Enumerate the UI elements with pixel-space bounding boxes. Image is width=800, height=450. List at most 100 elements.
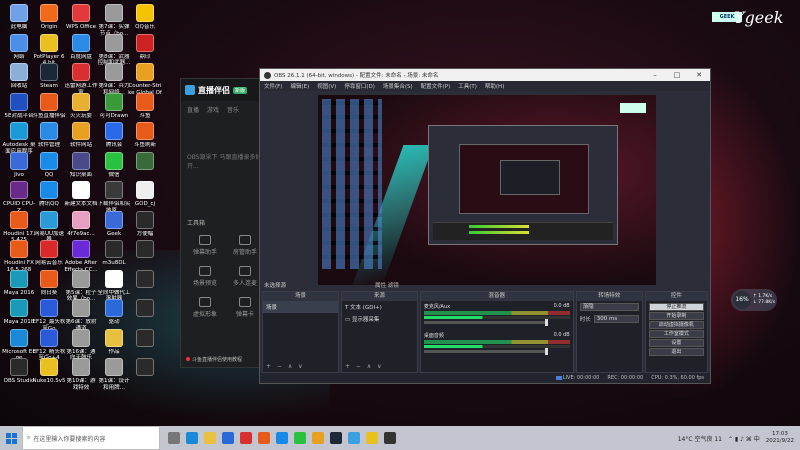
exit-button[interactable]: 退出 (648, 348, 705, 356)
helper-nav-item[interactable]: 游戏 (207, 105, 219, 114)
helper-version-tag[interactable]: 新版 (233, 86, 248, 94)
edge-icon[interactable] (186, 432, 198, 444)
menu-scene-collection[interactable]: 场景集合(S) (383, 82, 413, 90)
desktop-icon[interactable]: GOD_cj (128, 181, 162, 208)
properties-filters[interactable]: 属性 滤镜 (375, 281, 399, 289)
desktop-icon[interactable]: 火火玩耍 (64, 92, 98, 120)
taskbar-search[interactable]: ⌕ 在这里输入你要搜索的内容 (22, 426, 160, 450)
source-item[interactable]: ▭ 显示器采集 (342, 313, 417, 325)
desktop-icon[interactable]: 第7课：实弹节点（bo... (97, 4, 131, 37)
folder-icon[interactable] (312, 432, 324, 444)
desktop-icon[interactable]: 驱动 (97, 299, 131, 326)
desktop-icon[interactable]: QQ (32, 151, 66, 179)
obs-titlebar[interactable]: OBS 26.1.1 (64-bit, windows) - 配置文件: 未命名… (260, 69, 710, 81)
desktop-icon[interactable]: 网易UU加速器 (32, 210, 66, 244)
desktop-icon[interactable]: 新建文本文档 (64, 181, 98, 208)
tool-item[interactable]: 房管助手 (227, 235, 263, 256)
minimize-icon[interactable]: – (644, 71, 666, 79)
desktop-icon[interactable]: Maya 2016 (2, 269, 36, 297)
desktop-icon[interactable]: 此电脑 (2, 4, 36, 31)
steam-icon[interactable] (330, 432, 342, 444)
desktop-icon[interactable]: 第16课：通向天鼓乐 (64, 328, 98, 362)
desktop-icon[interactable] (128, 240, 162, 260)
clock[interactable]: 17:03 2021/9/22 (766, 431, 794, 445)
desktop-icon[interactable]: Autodesk 桌面应用程序 (2, 122, 36, 155)
desktop-icon[interactable]: 软件管理 (32, 122, 66, 149)
settings-button[interactable]: 设置 (648, 339, 705, 347)
wps-icon[interactable] (240, 432, 252, 444)
desktop-icon[interactable]: 网络 (2, 33, 36, 61)
desktop-icon[interactable] (128, 328, 162, 349)
desktop-icon[interactable]: 斗鱼刷新 (128, 122, 162, 149)
menu-profile[interactable]: 配置文件(P) (421, 82, 451, 90)
helper-icon[interactable] (348, 432, 360, 444)
maximize-icon[interactable]: □ (666, 71, 688, 79)
close-icon[interactable]: ✕ (688, 71, 710, 79)
desktop-icon[interactable]: Geek (97, 210, 131, 238)
start-button[interactable] (0, 426, 22, 450)
desktop-icon[interactable] (128, 358, 162, 378)
desktop-icon[interactable]: PotPlayer 64 bit (32, 33, 66, 67)
network-widget[interactable]: 16% ↑ 1.7K/s ↓ 77.8K/s (731, 289, 777, 311)
douyu-icon[interactable] (258, 432, 270, 444)
store-icon[interactable] (222, 432, 234, 444)
obs-icon[interactable] (384, 432, 396, 444)
desktop-icon[interactable]: 向日葵 (32, 269, 66, 297)
volume-fader[interactable] (423, 348, 548, 355)
desktop-icon[interactable]: Adobe After Effects CC... (64, 240, 98, 273)
start-recording-button[interactable]: 开始录制 (648, 312, 705, 320)
tray-icons[interactable]: ⌃ ▮ ♪ ⌘ 中 (728, 434, 760, 443)
helper-footer-link[interactable]: 斗鱼直播伴侣使用教程 (186, 356, 242, 363)
explorer-icon[interactable] (204, 432, 216, 444)
desktop-icon[interactable]: Houdini FX 16.5.268 (2, 240, 36, 273)
desktop-icon[interactable]: CPUID CPU-Z (2, 181, 36, 214)
duration-input[interactable]: 300 ms (593, 315, 639, 323)
desktop-icon[interactable]: 5E对战平台 (2, 92, 36, 120)
desktop-icon[interactable]: EF12_精头秋至Go+4 (32, 328, 66, 362)
desktop-icon[interactable]: 可可Drawn (97, 92, 131, 120)
desktop-icon[interactable] (128, 151, 162, 172)
obs-preview[interactable] (318, 95, 656, 285)
desktop-icon[interactable]: 全向中做代工滚射器 (97, 269, 131, 303)
desktop-icon[interactable]: Counter-Strike Global Off... (128, 63, 162, 96)
desktop-icon[interactable]: Maya 2018 (2, 299, 36, 326)
qq-icon[interactable] (276, 432, 288, 444)
desktop-icon[interactable]: Jivo (2, 151, 36, 179)
transition-select[interactable]: 渐隐 (579, 303, 639, 311)
helper-nav-item[interactable]: 直播 (187, 105, 199, 114)
desktop-icon[interactable]: 第10课：游戏特效 (64, 358, 98, 391)
desktop-icon[interactable]: OBS Studio (2, 358, 36, 385)
desktop-icon[interactable]: 迅雷网游工作室 (64, 63, 98, 96)
dock-buttons[interactable]: + − ∧ ∨ (345, 363, 384, 370)
desktop-icon[interactable]: 第8课：武器控制和武器... (97, 33, 131, 67)
dock-buttons[interactable]: + − ∧ ∨ (266, 363, 305, 370)
desktop-icon[interactable]: 软件网站 (64, 122, 98, 149)
tool-item[interactable]: 多人连麦 (227, 266, 263, 287)
desktop-icon[interactable]: Steam (32, 63, 66, 90)
desktop-icon[interactable]: 知识桌面 (64, 151, 98, 179)
menu-view[interactable]: 视图(V) (317, 82, 336, 90)
desktop-icon[interactable]: Nuke10.5v5 (32, 358, 66, 385)
desktop-icon[interactable]: 第6课：放射通道 (64, 299, 98, 332)
desktop-icon[interactable]: m3u8DL (97, 240, 131, 267)
tool-item[interactable]: 虚拟形象 (187, 297, 223, 318)
desktop-icon[interactable]: 鼎印 (128, 33, 162, 61)
menu-docks[interactable]: 停靠窗口(D) (344, 82, 375, 90)
stop-streaming-button[interactable]: 停止推流 (648, 303, 705, 311)
desktop-icon[interactable]: 第9课：兵力和网络... (97, 63, 131, 96)
desktop-icon[interactable]: 斗鱼 (128, 92, 162, 120)
desktop-icon[interactable]: 百度网盘 (64, 33, 98, 61)
desktop-icon[interactable]: 下载伴侣和实地原... (97, 181, 131, 214)
desktop-icon[interactable]: Origin (32, 4, 66, 31)
desktop-icon[interactable]: Houdini 17.5.425 (2, 210, 36, 244)
tool-item[interactable]: 弹幕助手 (187, 235, 223, 256)
desktop-icon[interactable] (128, 299, 162, 319)
desktop-icon[interactable]: Microsoft Edge (2, 328, 36, 362)
menu-edit[interactable]: 编辑(E) (290, 82, 309, 90)
tool-item[interactable]: 弹幕卡 (227, 297, 263, 318)
desktop-icon[interactable]: 第5课：粒子效果（bo... (64, 269, 98, 303)
desktop-icon[interactable]: 微信 (97, 151, 131, 179)
desktop-icon[interactable]: EF12_最头秋至Go (32, 299, 66, 332)
menu-file[interactable]: 文件(F) (264, 82, 282, 90)
desktop-icon[interactable]: 方便幅 (128, 210, 162, 238)
